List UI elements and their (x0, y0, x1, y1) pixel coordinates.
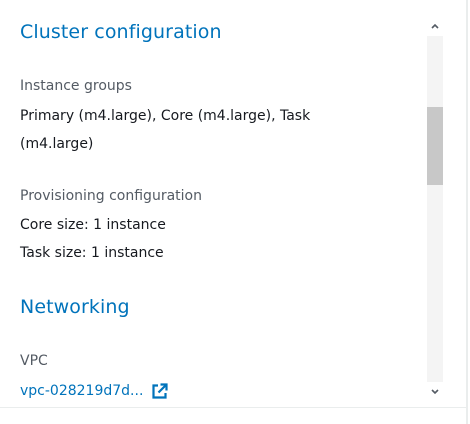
instance-groups-label: Instance groups (20, 78, 132, 94)
core-size-value: Core size: 1 instance (20, 217, 166, 233)
vpc-label: VPC (20, 353, 48, 369)
scroll-up-button[interactable] (425, 18, 445, 34)
chevron-up-icon (431, 23, 439, 29)
provisioning-configuration-label: Provisioning configuration (20, 188, 202, 204)
details-panel: Cluster configuration Instance groups Pr… (0, 0, 468, 424)
networking-heading: Networking (20, 296, 130, 318)
vertical-scrollbar[interactable] (425, 18, 445, 402)
vpc-link[interactable]: vpc-028219d7d... (20, 381, 169, 401)
instance-groups-value: Primary (m4.large), Core (m4.large), Tas… (20, 108, 311, 152)
chevron-down-icon (431, 389, 439, 395)
details-content: Cluster configuration Instance groups Pr… (0, 0, 425, 407)
panel-bottom-divider (0, 407, 468, 408)
scrollbar-thumb[interactable] (427, 107, 443, 185)
scroll-down-button[interactable] (425, 384, 445, 400)
task-size-value: Task size: 1 instance (20, 245, 164, 261)
cluster-configuration-heading: Cluster configuration (20, 21, 222, 43)
vpc-link-text[interactable]: vpc-028219d7d... (20, 381, 143, 401)
scrollbar-track[interactable] (427, 36, 443, 382)
external-link-icon[interactable] (151, 382, 169, 400)
